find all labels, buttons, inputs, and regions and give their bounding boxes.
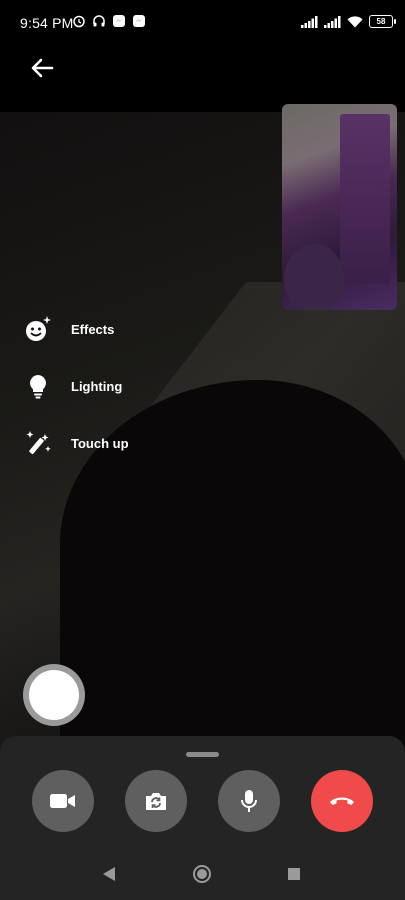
camera-toggle-button[interactable] xyxy=(32,770,94,832)
camera-icon xyxy=(50,794,75,808)
nav-home-icon xyxy=(193,865,211,883)
flip-camera-button[interactable] xyxy=(125,770,187,832)
messenger-icon xyxy=(113,15,125,27)
nav-recents-icon xyxy=(288,868,300,880)
headphones-icon xyxy=(93,15,105,27)
status-bar: 9:54 PM 58 xyxy=(0,0,405,48)
nav-recents-button[interactable] xyxy=(282,864,306,884)
signal-icon xyxy=(301,15,318,28)
self-view-panel xyxy=(340,114,390,284)
self-view-subject xyxy=(284,244,344,310)
sheet-drag-handle[interactable] xyxy=(186,752,219,757)
status-notification-icons xyxy=(72,14,146,28)
self-view-video[interactable] xyxy=(282,104,397,310)
magic-wand-icon xyxy=(22,427,54,459)
nav-back-icon xyxy=(103,867,115,881)
nav-home-button[interactable] xyxy=(190,864,214,884)
touchup-label: Touch up xyxy=(71,435,129,451)
messenger-icon xyxy=(133,15,145,27)
touchup-menu-item[interactable]: Touch up xyxy=(22,426,182,460)
flip-camera-icon xyxy=(146,793,166,810)
call-controls-sheet xyxy=(0,736,405,900)
alarm-icon xyxy=(73,15,85,28)
effects-menu-item[interactable]: Effects xyxy=(22,312,182,346)
capture-button-inner xyxy=(29,670,79,720)
lighting-menu-item[interactable]: Lighting xyxy=(22,369,182,403)
microphone-icon xyxy=(241,790,257,812)
battery-indicator: 58 xyxy=(369,15,396,28)
status-system-icons: 58 xyxy=(301,15,396,28)
signal-icon xyxy=(324,15,341,28)
end-call-button[interactable] xyxy=(311,770,373,832)
effects-label: Effects xyxy=(71,321,115,337)
wifi-icon xyxy=(347,15,363,27)
smiley-sparkle-icon xyxy=(22,313,54,345)
lightbulb-icon xyxy=(22,370,54,402)
microphone-button[interactable] xyxy=(218,770,280,832)
back-arrow-icon[interactable] xyxy=(28,56,56,80)
capture-button[interactable] xyxy=(23,664,85,726)
end-call-icon xyxy=(330,797,354,805)
nav-back-button[interactable] xyxy=(97,864,121,884)
lighting-label: Lighting xyxy=(71,378,123,394)
status-time: 9:54 PM xyxy=(20,15,74,31)
